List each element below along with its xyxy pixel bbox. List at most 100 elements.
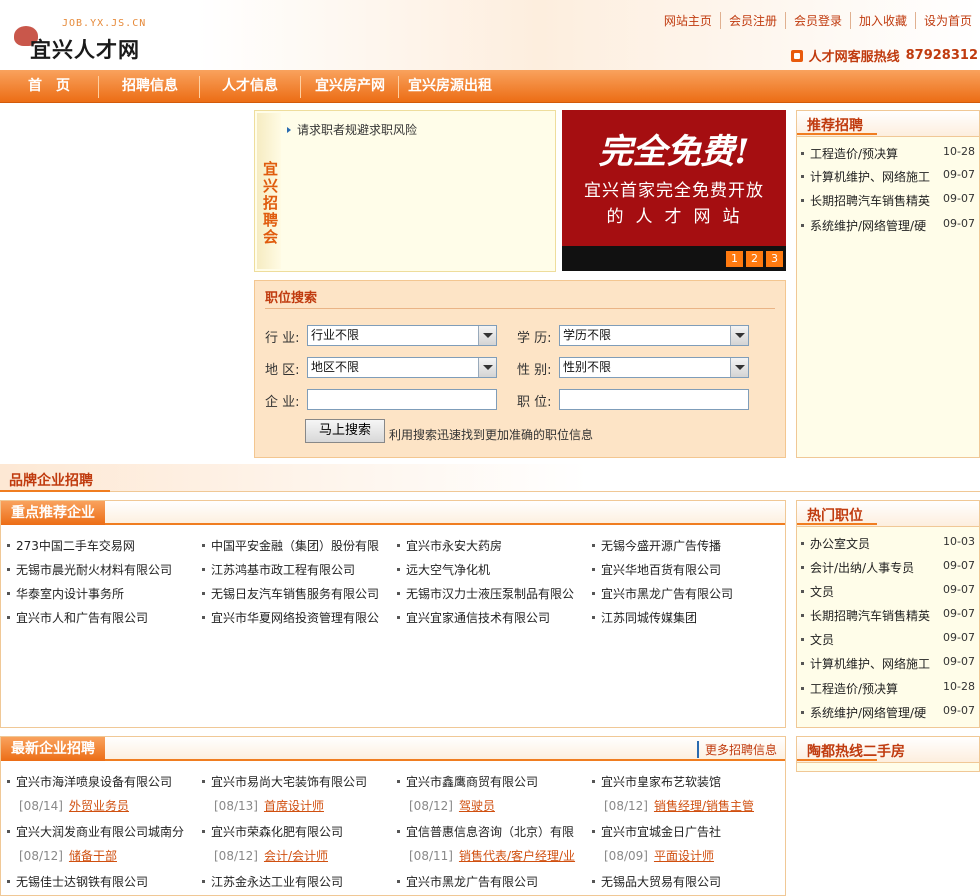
search-title: 职位搜索: [265, 291, 318, 306]
company-link[interactable]: 宜信普惠信息咨询（北京）有限: [397, 823, 574, 840]
bullet-icon: [397, 568, 400, 571]
list-item[interactable]: 系统维护/网络管理/硬 09-07: [801, 704, 977, 721]
company-link[interactable]: 宜兴市华夏网络投资管理有限公: [202, 609, 379, 626]
list-item[interactable]: 长期招聘汽车销售精英 09-07: [801, 607, 977, 624]
job-link[interactable]: 首席设计师: [264, 799, 324, 813]
company-link[interactable]: 273中国二手车交易网: [7, 537, 135, 554]
logo-url-text: JOB.YX.JS.CN: [62, 18, 147, 29]
nav-talents[interactable]: 人才信息: [210, 70, 290, 103]
company-link[interactable]: 无锡市晨光耐火材料有限公司: [7, 561, 172, 578]
job-date: [08/12]: [214, 849, 258, 863]
company-link[interactable]: 宜兴市黑龙广告有限公司: [397, 873, 538, 890]
list-item[interactable]: 计算机维护、网络施工 09-07: [801, 655, 977, 672]
search-button[interactable]: 马上搜索: [305, 419, 385, 443]
company-name: 无锡今盛开源广告传播: [601, 539, 722, 553]
list-item[interactable]: 计算机维护、网络施工 09-07: [801, 168, 977, 185]
company-link[interactable]: 无锡市汉力士液压泵制品有限公: [397, 585, 574, 602]
bullet-icon: [801, 199, 804, 202]
banner-page-1[interactable]: 1: [726, 251, 743, 267]
company-link[interactable]: 宜兴市鑫鹰商贸有限公司: [397, 773, 538, 790]
banner-headline: 完全免费!: [598, 132, 750, 172]
list-item[interactable]: 长期招聘汽车销售精英 09-07: [801, 192, 977, 209]
bullet-icon: [397, 592, 400, 595]
job-link[interactable]: 驾驶员: [459, 799, 495, 813]
job-entry: [08/12] 销售经理/销售主管: [604, 797, 754, 814]
header-underline: [797, 133, 877, 135]
bullet-icon: [592, 880, 595, 883]
company-link[interactable]: 宜兴市荣森化肥有限公司: [202, 823, 343, 840]
nav-rental[interactable]: 宜兴房源出租: [400, 70, 500, 103]
company-link[interactable]: 宜兴市皇家布艺软装馆: [592, 773, 721, 790]
company-link[interactable]: 宜兴华地百货有限公司: [592, 561, 721, 578]
area-select[interactable]: 地区不限: [307, 357, 497, 378]
company-link[interactable]: 无锡品大贸易有限公司: [592, 873, 721, 890]
list-item[interactable]: 文员 09-07: [801, 631, 977, 648]
job-link[interactable]: 平面设计师: [654, 849, 714, 863]
company-link[interactable]: 无锡佳士达钢铁有限公司: [7, 873, 148, 890]
promo-banner[interactable]: 完全免费! 宜兴首家完全免费开放 的人才网站 1 2 3: [562, 110, 786, 271]
job-date: 09-07: [943, 583, 975, 596]
list-item[interactable]: 文员 09-07: [801, 583, 977, 600]
top-link-set-homepage[interactable]: 设为首页: [914, 12, 980, 29]
company-link[interactable]: 宜兴宜家通信技术有限公司: [397, 609, 550, 626]
company-link[interactable]: 宜兴市黑龙广告有限公司: [592, 585, 733, 602]
education-select[interactable]: 学历不限: [559, 325, 749, 346]
company-link[interactable]: 宜兴市宜城金日广告社: [592, 823, 721, 840]
banner-page-2[interactable]: 2: [746, 251, 763, 267]
list-item[interactable]: 系统维护/网络管理/硬 09-07: [801, 217, 977, 234]
list-item[interactable]: 会计/出纳/人事专员 09-07: [801, 559, 977, 576]
latest-jobs-panel: 最新企业招聘 更多招聘信息 宜兴市海洋喷泉设备有限公司 [08/14] 外贸业务员…: [0, 736, 786, 896]
job-link[interactable]: 销售代表/客户经理/业: [459, 849, 575, 863]
company-link[interactable]: 江苏同城传媒集团: [592, 609, 697, 626]
top-link-home[interactable]: 网站主页: [656, 12, 720, 29]
nav-home[interactable]: 首 页: [14, 70, 84, 103]
banner-page-3[interactable]: 3: [766, 251, 783, 267]
job-link[interactable]: 会计/会计师: [264, 849, 328, 863]
bullet-icon: [801, 662, 804, 665]
nav-divider: [199, 76, 200, 98]
company-link[interactable]: 宜兴大润发商业有限公司城南分: [7, 823, 184, 840]
company-link[interactable]: 宜兴市海洋喷泉设备有限公司: [7, 773, 172, 790]
job-date: 09-07: [943, 607, 975, 620]
company-input[interactable]: [307, 389, 497, 410]
key-companies-title: 重点推荐企业: [1, 501, 105, 525]
nav-divider: [398, 76, 399, 98]
bullet-icon: [397, 830, 400, 833]
top-link-register[interactable]: 会员注册: [719, 12, 785, 29]
more-jobs-link[interactable]: 更多招聘信息: [696, 741, 777, 758]
nav-jobs[interactable]: 招聘信息: [110, 70, 190, 103]
industry-select[interactable]: 行业不限: [307, 325, 497, 346]
bullet-icon: [801, 542, 804, 545]
job-link[interactable]: 销售经理/销售主管: [654, 799, 754, 813]
gender-select[interactable]: 性别不限: [559, 357, 749, 378]
position-input[interactable]: [559, 389, 749, 410]
top-link-login[interactable]: 会员登录: [784, 12, 850, 29]
nav-realestate[interactable]: 宜兴房产网: [306, 70, 394, 103]
company-name: 宜兴市皇家布艺软装馆: [601, 775, 722, 789]
company-link[interactable]: 宜兴市人和广告有限公司: [7, 609, 148, 626]
company-link[interactable]: 江苏金永达工业有限公司: [202, 873, 343, 890]
job-fair-notice[interactable]: 请求职者规避求职风险: [287, 121, 417, 138]
company-link[interactable]: 中国平安金融（集团）股份有限: [202, 537, 379, 554]
gender-select-value: 性别不限: [563, 360, 612, 374]
company-link[interactable]: 无锡日友汽车销售服务有限公司: [202, 585, 379, 602]
bullet-icon: [801, 638, 804, 641]
list-item[interactable]: 工程造价/预决算 10-28: [801, 680, 977, 697]
company-link[interactable]: 江苏鸿基市政工程有限公司: [202, 561, 355, 578]
company-link[interactable]: 宜兴市易尚大宅装饰有限公司: [202, 773, 367, 790]
company-link[interactable]: 宜兴市永安大药房: [397, 537, 502, 554]
top-link-favorite[interactable]: 加入收藏: [849, 12, 915, 29]
bullet-icon: [202, 568, 205, 571]
site-logo[interactable]: JOB.YX.JS.CN 宜兴人才网: [14, 16, 164, 64]
list-item[interactable]: 工程造价/预决算 10-28: [801, 145, 977, 162]
company-link[interactable]: 远大空气净化机: [397, 561, 490, 578]
list-item[interactable]: 办公室文员 10-03: [801, 535, 977, 552]
job-link[interactable]: 储备干部: [69, 849, 117, 863]
job-link[interactable]: 外贸业务员: [69, 799, 129, 813]
job-search-box: 职位搜索 行 业: 行业不限 学 历: 学历不限 地 区: 地区不限 性 别: …: [254, 280, 786, 458]
header-underline: [797, 523, 877, 525]
company-link[interactable]: 无锡今盛开源广告传播: [592, 537, 721, 554]
company-name: 宜兴市黑龙广告有限公司: [406, 875, 539, 889]
company-link[interactable]: 华泰室内设计事务所: [7, 585, 124, 602]
bullet-icon: [801, 711, 804, 714]
